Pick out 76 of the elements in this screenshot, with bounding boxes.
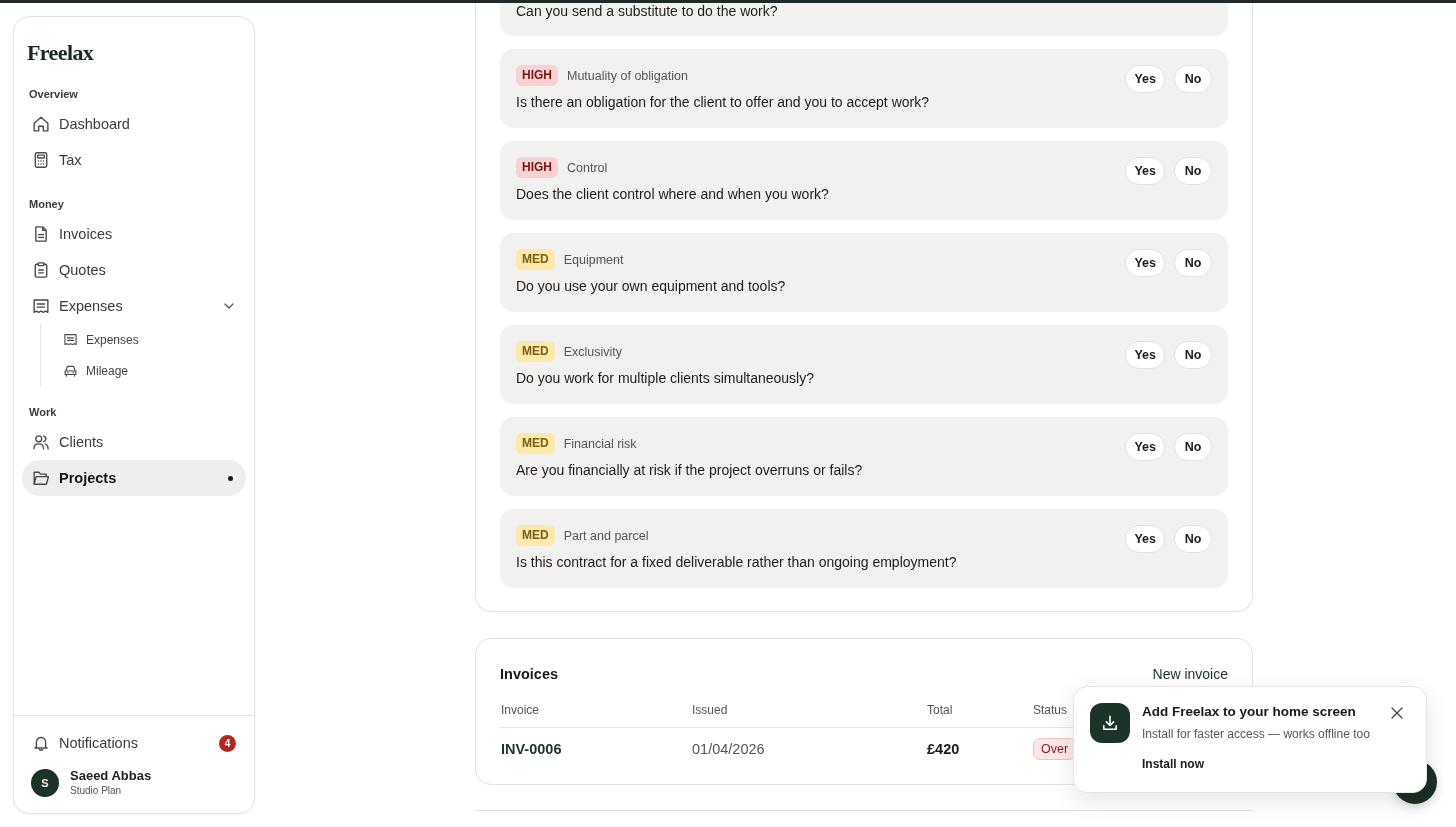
category-label: Equipment [563, 252, 624, 267]
avatar: S [31, 768, 59, 797]
question-text: Can you send a substitute to do the work? [516, 3, 778, 19]
home-icon [33, 116, 49, 132]
new-invoice-link[interactable]: New invoice [1152, 664, 1228, 684]
question-text: Is this contract for a fixed deliverable rather than ongoing employment? [516, 553, 957, 572]
download-icon [1090, 703, 1130, 743]
answer-button[interactable]: No [1174, 157, 1212, 185]
section-label: Money [29, 197, 64, 212]
nav-subitem[interactable]: Mileage [41, 355, 246, 386]
risk-badge: MED [516, 341, 555, 362]
clipboard-icon [33, 262, 49, 278]
toast-message: Install for faster access — works offline too [1142, 726, 1370, 742]
user-plan: Studio Plan [70, 784, 122, 797]
car-icon [64, 364, 77, 377]
column-header: Issued [691, 702, 728, 718]
invoice-link[interactable]: INV-0006 [501, 739, 562, 759]
close-icon [1391, 707, 1403, 719]
column-header: Invoice [500, 702, 540, 718]
answer-button[interactable]: No [1174, 341, 1212, 369]
answer-button[interactable]: Yes [1125, 525, 1165, 553]
toast-title: Add Freelax to your home screen [1142, 703, 1356, 721]
close-button[interactable] [1391, 707, 1403, 719]
risk-badge: HIGH [516, 65, 558, 86]
answer-button[interactable]: No [1174, 525, 1212, 553]
nav-item[interactable]: Expenses [22, 288, 246, 324]
notification-count: 4 [219, 734, 236, 752]
category-label: Mutuality of obligation [567, 68, 688, 83]
question-text: Is there an obligation for the client to offer and you to accept work? [516, 93, 929, 112]
risk-badge: MED [516, 433, 555, 454]
category-label: Exclusivity [563, 344, 622, 359]
answer-button[interactable]: Yes [1125, 341, 1165, 369]
question-text: Do you use your own equipment and tools? [516, 277, 786, 296]
notifications-item[interactable]: Notifications 4 [22, 725, 246, 761]
nav-item[interactable]: Clients [22, 424, 246, 460]
nav-item[interactable]: Dashboard [22, 106, 246, 142]
risk-badge: MED [516, 249, 555, 270]
calculator-icon [33, 152, 49, 168]
folder-icon [33, 470, 49, 486]
nav-subitem[interactable]: Expenses [41, 324, 246, 355]
receipt-icon [64, 333, 77, 346]
users-icon [33, 434, 49, 450]
answer-button[interactable]: No [1174, 433, 1212, 461]
logo: Freelax [27, 39, 94, 67]
answer-button[interactable]: Yes [1125, 65, 1165, 93]
category-label: Control [567, 160, 608, 175]
user-name: Saeed Abbas [70, 768, 152, 784]
section-label: Overview [29, 87, 78, 102]
nav-item[interactable]: Quotes [22, 252, 246, 288]
column-header: Status [1032, 702, 1068, 718]
bell-icon [33, 735, 49, 751]
answer-button[interactable]: Yes [1125, 157, 1165, 185]
category-label: Part and parcel [563, 528, 649, 543]
category-label: Financial risk [563, 436, 637, 451]
question-text: Do you work for multiple clients simultaneously? [516, 369, 814, 388]
nav-item[interactable]: Projects [22, 460, 246, 496]
answer-button[interactable]: Yes [1125, 433, 1165, 461]
receipt-icon [33, 298, 49, 314]
section-label: Work [29, 405, 57, 420]
risk-badge: HIGH [516, 157, 558, 178]
question-text: Are you financially at risk if the project overruns or fails? [516, 461, 863, 480]
answer-button[interactable]: Yes [1125, 249, 1165, 277]
chevron-down-icon[interactable] [224, 303, 234, 309]
dot-icon [228, 475, 233, 481]
install-button[interactable]: Install now [1142, 756, 1204, 772]
risk-badge: MED [516, 525, 555, 546]
answer-button[interactable]: No [1174, 249, 1212, 277]
table-cell-text: £420 [927, 740, 960, 759]
nav-item[interactable]: Tax [22, 142, 246, 178]
table-cell-text: 01/04/2026 [692, 740, 765, 759]
column-header: Total [926, 702, 953, 718]
section-title: Invoices [500, 665, 559, 684]
nav-item[interactable]: Invoices [22, 216, 246, 252]
document-icon [33, 226, 49, 242]
question-text: Does the client control where and when you work? [516, 185, 829, 204]
answer-button[interactable]: No [1174, 65, 1212, 93]
